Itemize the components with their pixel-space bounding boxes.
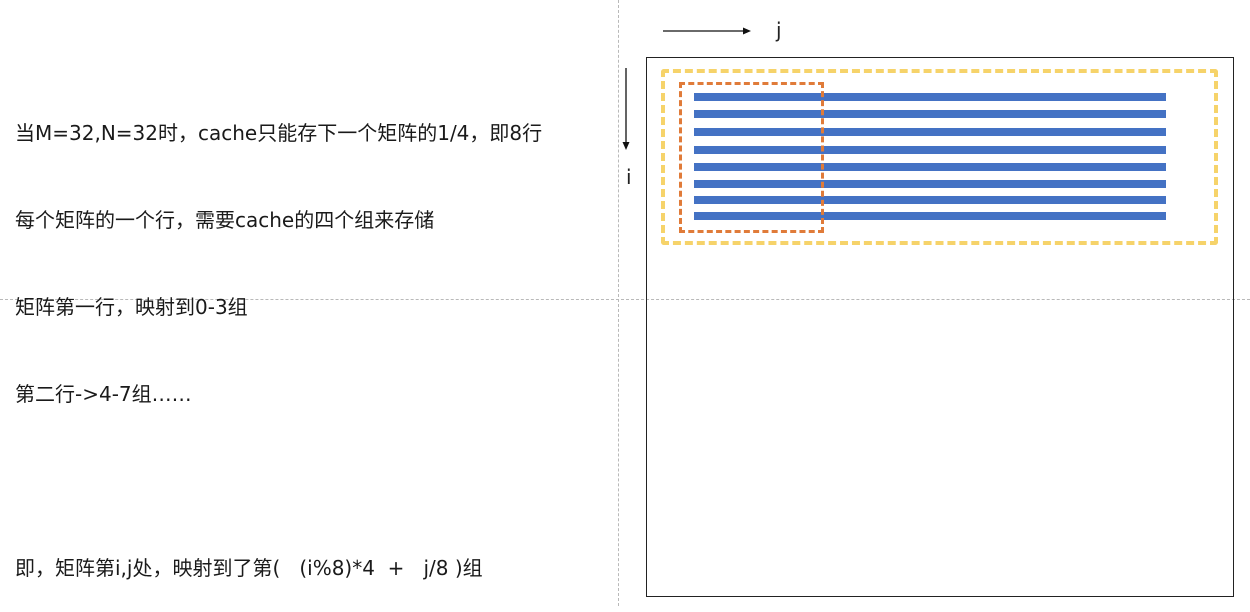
note-line-6: 即，矩阵第i,j处，映射到了第( (i%8)*4 + j/8 )组 [15, 556, 483, 580]
j-axis-arrow [663, 27, 751, 35]
note-line-3: 矩阵第一行，映射到0-3组 [15, 295, 248, 319]
note-line-4: 第二行->4-7组…… [15, 382, 192, 406]
block-region-box [679, 82, 824, 233]
explanation-text: 当M=32,N=32时，cache只能存下一个矩阵的1/4，即8行 每个矩阵的一… [15, 61, 542, 612]
note-line-5 [15, 467, 542, 496]
i-axis-arrow [622, 68, 630, 150]
note-line-2: 每个矩阵的一个行，需要cache的四个组来存储 [15, 208, 435, 232]
j-axis-label: j [776, 18, 782, 42]
i-axis-label: i [626, 165, 632, 189]
vertical-guide-line [618, 0, 619, 606]
note-line-1: 当M=32,N=32时，cache只能存下一个矩阵的1/4，即8行 [15, 121, 543, 145]
